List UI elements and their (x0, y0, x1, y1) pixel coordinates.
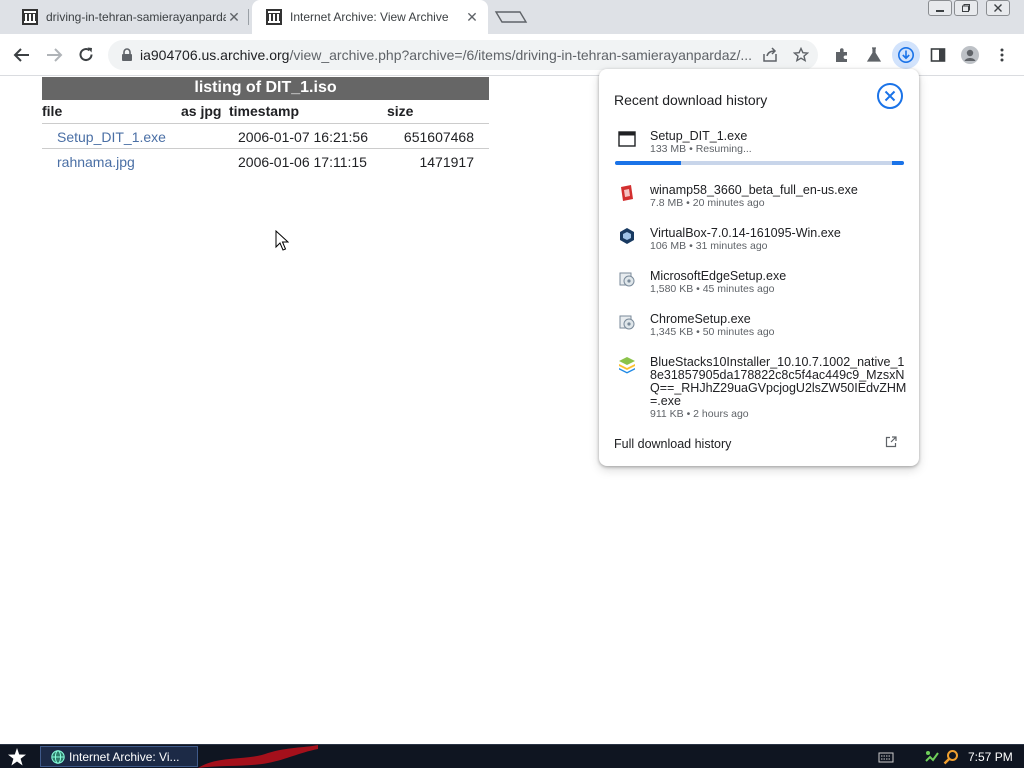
taskbar-decoration (198, 745, 318, 768)
download-status: 911 KB • 2 hours ago (650, 408, 749, 420)
url-host: ia904706.us.archive.org (140, 47, 290, 63)
download-name: Setup_DIT_1.exe (650, 129, 748, 143)
globe-icon (51, 749, 65, 764)
header-as-jpg: as jpg (181, 103, 222, 119)
archive-listing-table: listing of DIT_1.iso file as jpg timesta… (42, 77, 489, 173)
address-bar[interactable]: ia904706.us.archive.org /view_archive.ph… (108, 40, 818, 70)
download-name: winamp58_3660_beta_full_en-us.exe (650, 183, 858, 197)
tab-driving-in-tehran[interactable]: driving-in-tehran-samierayanpardaz ✕ (8, 0, 248, 34)
tab-internet-archive-view-archive[interactable]: Internet Archive: View Archive ✕ (252, 0, 488, 34)
profile-avatar-icon[interactable] (956, 41, 984, 69)
tab-close-icon[interactable]: ✕ (226, 9, 242, 26)
download-status: 106 MB • 31 minutes ago (650, 240, 768, 252)
installer-icon (619, 272, 635, 287)
panel-title: Recent download history (614, 92, 768, 108)
keyboard-icon[interactable] (878, 749, 894, 765)
open-external-icon[interactable] (885, 436, 897, 448)
url-path: /view_archive.php?archive=/6/items/drivi… (289, 47, 753, 63)
virtualbox-icon (620, 228, 634, 244)
os-taskbar: Internet Archive: Vi... 7:57 PM (0, 744, 1024, 768)
side-panel-icon[interactable] (924, 41, 952, 69)
search-magnifier-icon[interactable] (943, 749, 959, 765)
restore-icon[interactable] (954, 0, 978, 16)
download-history-panel: Recent download history Setup_DIT_1.exe … (599, 69, 919, 466)
labs-flask-icon[interactable] (860, 41, 888, 69)
table-row: Setup_DIT_1.exe 2006-01-07 16:21:56 6516… (42, 123, 489, 148)
extensions-puzzle-icon[interactable] (828, 41, 856, 69)
minimize-icon[interactable] (928, 0, 952, 16)
winamp-icon (621, 185, 633, 201)
tab-close-icon[interactable]: ✕ (464, 9, 480, 26)
taskbar-item-browser[interactable]: Internet Archive: Vi... (40, 746, 198, 767)
tab-separator (248, 9, 249, 25)
download-status: 7.8 MB • 20 minutes ago (650, 197, 765, 209)
download-name-line: Q==_RHJhZ29uaGVpcjogU2lsZW50IEdvZHM (650, 381, 907, 395)
new-tab-icon[interactable] (494, 8, 528, 26)
table-row: rahnama.jpg 2006-01-06 17:11:15 1471917 (42, 148, 489, 173)
bluestacks-icon (619, 357, 635, 374)
lock-icon[interactable] (120, 48, 134, 62)
tab-title: driving-in-tehran-samierayanpardaz (46, 10, 226, 24)
download-name: MicrosoftEdgeSetup.exe (650, 269, 787, 283)
archive-favicon-icon (22, 9, 38, 25)
download-name: VirtualBox-7.0.14-161095-Win.exe (650, 226, 841, 240)
file-link[interactable]: rahnama.jpg (57, 154, 135, 170)
header-timestamp: timestamp (229, 103, 300, 119)
close-panel-icon[interactable] (876, 82, 904, 110)
header-size: size (387, 103, 414, 119)
installer-icon (619, 315, 635, 330)
forward-icon[interactable] (40, 41, 68, 69)
page-content: listing of DIT_1.iso file as jpg timesta… (0, 69, 1024, 744)
file-link[interactable]: Setup_DIT_1.exe (57, 129, 166, 145)
download-progress-bar (615, 161, 904, 165)
share-icon[interactable] (756, 41, 784, 69)
table-header: file as jpg timestamp size (42, 100, 489, 123)
tab-strip: driving-in-tehran-samierayanpardaz ✕ Int… (0, 0, 1024, 34)
mouse-cursor-icon (275, 230, 289, 251)
listing-caption: listing of DIT_1.iso (42, 77, 489, 100)
reload-icon[interactable] (72, 41, 100, 69)
taskbar-item-title: Internet Archive: Vi... (69, 749, 180, 764)
full-download-history-link[interactable]: Full download history (614, 437, 731, 451)
download-status: 1,345 KB • 50 minutes ago (650, 326, 775, 338)
header-file: file (42, 103, 63, 119)
download-progress-fill (615, 161, 682, 165)
size-cell: 1471917 (419, 154, 474, 170)
download-name: ChromeSetup.exe (650, 312, 751, 326)
exe-window-icon (618, 131, 636, 147)
timestamp-cell: 2006-01-06 17:11:15 (238, 154, 367, 170)
taskbar-clock: 7:57 PM (968, 750, 1013, 764)
back-icon[interactable] (8, 41, 36, 69)
menu-kebab-icon[interactable] (988, 41, 1016, 69)
tab-title: Internet Archive: View Archive (290, 10, 449, 24)
start-menu-icon[interactable] (6, 747, 28, 767)
bookmark-star-icon[interactable] (787, 41, 815, 69)
download-name-line: =.exe (650, 394, 681, 408)
timestamp-cell: 2006-01-07 16:21:56 (238, 129, 368, 145)
network-icon[interactable] (924, 749, 940, 765)
downloads-icon[interactable] (892, 41, 920, 69)
archive-favicon-icon (266, 9, 282, 25)
download-status: 133 MB • Resuming... (650, 143, 752, 155)
download-status: 1,580 KB • 45 minutes ago (650, 283, 775, 295)
size-cell: 651607468 (403, 129, 474, 145)
close-window-icon[interactable] (986, 0, 1010, 16)
